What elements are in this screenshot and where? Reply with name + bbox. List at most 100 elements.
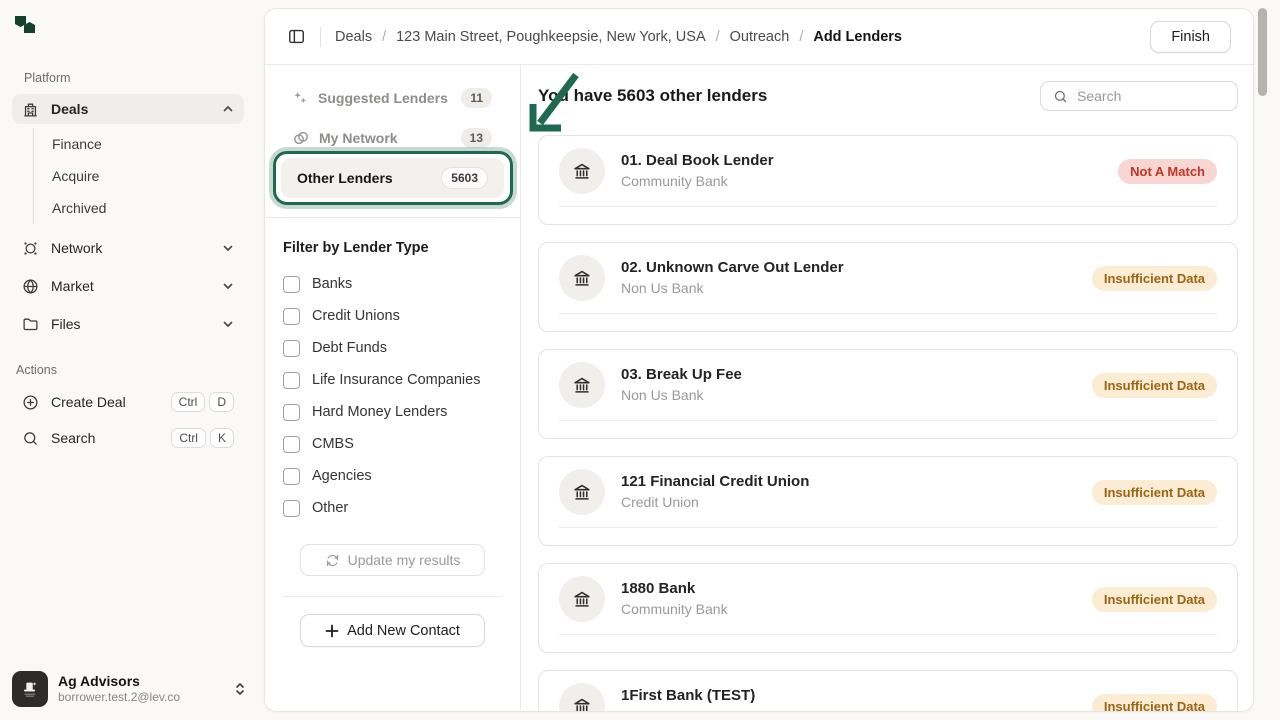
lender-type-checkbox[interactable]	[283, 372, 300, 389]
update-results-label: Update my results	[348, 552, 461, 568]
lender-type: Community Bank	[621, 707, 755, 712]
lender-type-checkbox[interactable]	[283, 436, 300, 453]
user-avatar	[12, 671, 48, 707]
lender-list-header: You have 5603 other lenders	[538, 81, 1238, 111]
breadcrumb-deal-address[interactable]: 123 Main Street, Poughkeepsie, New York,…	[396, 29, 706, 45]
search-action[interactable]: Search Ctrl K	[12, 422, 244, 454]
category-label: Other Lenders	[297, 170, 393, 186]
lender-card[interactable]: 121 Financial Credit Union Credit Union …	[538, 456, 1238, 546]
lender-category-item-selected[interactable]: Other Lenders 5603	[281, 158, 504, 198]
sidebar-subitem-finance[interactable]: Finance	[34, 128, 244, 160]
lender-type-label: Agencies	[312, 468, 372, 484]
lender-name: 01. Deal Book Lender	[621, 151, 774, 171]
add-new-contact-button[interactable]: Add New Contact	[300, 614, 485, 647]
lender-card[interactable]: 02. Unknown Carve Out Lender Non Us Bank…	[538, 242, 1238, 332]
kbd-d: D	[209, 392, 234, 412]
lender-text: 03. Break Up Fee Non Us Bank	[621, 365, 742, 404]
search-shortcut: Ctrl K	[171, 428, 234, 448]
lender-type-option[interactable]: Debt Funds	[283, 332, 502, 364]
lender-type-option[interactable]: Hard Money Lenders	[283, 396, 502, 428]
search-input[interactable]	[1077, 88, 1225, 104]
refresh-icon	[325, 553, 340, 568]
lender-row: 02. Unknown Carve Out Lender Non Us Bank…	[539, 243, 1237, 313]
sidebar-subitem-acquire[interactable]: Acquire	[34, 160, 244, 192]
user-email: borrower.test.2@lev.co	[58, 690, 180, 705]
filter-column: Suggested Lenders 11 My Network 13 Other…	[265, 65, 521, 710]
create-deal-label: Create Deal	[51, 394, 126, 410]
sidebar-nav: Deals Finance Acquire Archived Network	[12, 94, 244, 344]
lender-name: 02. Unknown Carve Out Lender	[621, 258, 844, 278]
update-results-button[interactable]: Update my results	[300, 544, 485, 576]
breadcrumb-outreach[interactable]: Outreach	[730, 29, 790, 45]
sidebar-item-label: Network	[51, 240, 102, 256]
lender-card[interactable]: 03. Break Up Fee Non Us Bank Insufficien…	[538, 349, 1238, 439]
lender-type-option[interactable]: Other	[283, 492, 502, 524]
lender-search[interactable]	[1040, 81, 1238, 111]
finish-button[interactable]: Finish	[1150, 21, 1231, 53]
lender-type-option[interactable]: CMBS	[283, 428, 502, 460]
kbd-ctrl: Ctrl	[171, 392, 206, 412]
bank-building-icon	[22, 101, 39, 118]
lender-row: 03. Break Up Fee Non Us Bank Insufficien…	[539, 350, 1237, 420]
bank-icon	[559, 469, 605, 515]
lender-type-checkbox[interactable]	[283, 276, 300, 293]
lender-text: 01. Deal Book Lender Community Bank	[621, 151, 774, 190]
lender-type: Non Us Bank	[621, 279, 844, 298]
category-label: My Network	[319, 130, 398, 146]
network-icon	[22, 240, 39, 257]
chevron-down-icon	[222, 318, 234, 330]
lender-card[interactable]: 1First Bank (TEST) Community Bank Insuff…	[538, 670, 1238, 712]
lender-card[interactable]: 1880 Bank Community Bank Insufficient Da…	[538, 563, 1238, 653]
match-status-badge: Insufficient Data	[1092, 694, 1217, 713]
breadcrumb-deals[interactable]: Deals	[335, 29, 372, 45]
filter-title: Filter by Lender Type	[283, 240, 502, 256]
lender-type: Community Bank	[621, 172, 774, 191]
lender-type-option[interactable]: Life Insurance Companies	[283, 364, 502, 396]
card-divider	[559, 634, 1217, 635]
lender-row: 1880 Bank Community Bank Insufficient Da…	[539, 564, 1237, 634]
sidebar-item-network[interactable]: Network	[12, 230, 244, 266]
chevron-up-icon	[222, 103, 234, 115]
sidebar-toggle-icon[interactable]	[287, 27, 306, 46]
lender-type-option[interactable]: Credit Unions	[283, 300, 502, 332]
lender-type-option[interactable]: Banks	[283, 268, 502, 300]
page-header: Deals / 123 Main Street, Poughkeepsie, N…	[265, 9, 1253, 65]
chevron-down-icon	[222, 242, 234, 254]
app-sidebar: Platform Deals Finance Acquire Archived	[0, 0, 264, 720]
create-deal-shortcut: Ctrl D	[171, 392, 234, 412]
lender-text: 1First Bank (TEST) Community Bank	[621, 686, 755, 712]
breadcrumb-add-lenders: Add Lenders	[813, 29, 902, 45]
search-icon	[1053, 89, 1068, 104]
lender-category-item[interactable]: Suggested Lenders 11	[281, 78, 504, 118]
lender-card[interactable]: 01. Deal Book Lender Community Bank Not …	[538, 135, 1238, 225]
breadcrumb-separator: /	[382, 29, 386, 45]
category-label: Suggested Lenders	[318, 90, 448, 106]
plus-circle-icon	[22, 394, 39, 411]
breadcrumb-separator: /	[716, 29, 720, 45]
sidebar-item-label: Market	[51, 278, 94, 294]
lender-type-checkbox[interactable]	[283, 308, 300, 325]
card-divider	[559, 313, 1217, 314]
page-scrollbar[interactable]	[1258, 8, 1267, 96]
sidebar-item-files[interactable]: Files	[12, 306, 244, 342]
create-deal-action[interactable]: Create Deal Ctrl D	[12, 386, 244, 418]
sidebar-item-deals[interactable]: Deals	[12, 94, 244, 124]
lender-category-item[interactable]: My Network 13	[281, 118, 504, 158]
match-status-badge: Insufficient Data	[1092, 373, 1217, 398]
lender-text: 02. Unknown Carve Out Lender Non Us Bank	[621, 258, 844, 297]
match-status-badge: Not A Match	[1118, 159, 1217, 184]
lender-type-checkbox[interactable]	[283, 468, 300, 485]
count-badge: 11	[461, 88, 492, 108]
account-switcher[interactable]: Ag Advisors borrower.test.2@lev.co	[12, 670, 252, 708]
lender-type-label: Hard Money Lenders	[312, 404, 447, 420]
lender-type-checkbox[interactable]	[283, 404, 300, 421]
search-action-label: Search	[51, 430, 95, 446]
count-badge: 5603	[441, 167, 488, 189]
platform-section-label: Platform	[24, 71, 71, 85]
lender-type-option[interactable]: Agencies	[283, 460, 502, 492]
sidebar-subitem-archived[interactable]: Archived	[34, 192, 244, 224]
lender-type-checkbox[interactable]	[283, 340, 300, 357]
sidebar-item-label: Files	[51, 316, 81, 332]
sidebar-item-market[interactable]: Market	[12, 268, 244, 304]
lender-type-checkbox[interactable]	[283, 500, 300, 517]
